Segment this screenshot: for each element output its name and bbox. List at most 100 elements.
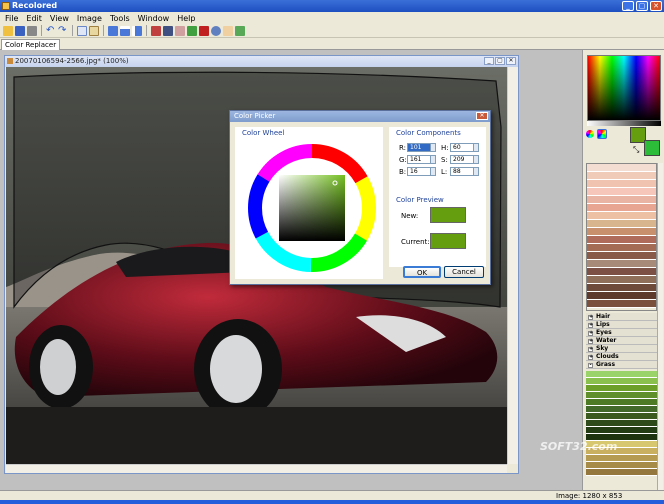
maximize-button[interactable]: ▢: [636, 1, 648, 11]
saturation-spin-button[interactable]: [473, 155, 479, 164]
current-color-label: Current:: [401, 238, 430, 246]
palette-swatch[interactable]: [586, 469, 657, 476]
palette-swatch[interactable]: [587, 276, 656, 284]
palette-swatch[interactable]: [587, 220, 656, 228]
category-sky[interactable]: + Sky: [586, 345, 657, 353]
image-maximize-button[interactable]: ▢: [495, 57, 505, 65]
luminance-input[interactable]: 88: [450, 167, 474, 176]
zoom-icon[interactable]: [211, 25, 221, 36]
save-icon[interactable]: [15, 25, 25, 36]
copy-icon[interactable]: [77, 25, 87, 36]
palette-scrollbar[interactable]: [657, 163, 663, 490]
crop-icon[interactable]: [235, 25, 245, 36]
category-lips[interactable]: + Lips: [586, 321, 657, 329]
view-split-h-icon[interactable]: [120, 25, 130, 36]
image-minimize-button[interactable]: _: [484, 57, 494, 65]
palette-swatch[interactable]: [586, 371, 657, 378]
blue-spin-button[interactable]: [430, 167, 436, 176]
green-input[interactable]: 161: [407, 155, 431, 164]
secondary-color-swatch[interactable]: [644, 140, 660, 156]
color-spectrum[interactable]: [587, 55, 661, 121]
eyedropper-icon[interactable]: [187, 25, 197, 36]
grayscale-strip[interactable]: [587, 121, 661, 126]
palette-swatch[interactable]: [586, 399, 657, 406]
menu-window[interactable]: Window: [138, 14, 170, 23]
category-clouds[interactable]: + Clouds: [586, 353, 657, 361]
minimize-button[interactable]: _: [622, 1, 634, 11]
hue-spin-button[interactable]: [473, 143, 479, 152]
green-spin-button[interactable]: [430, 155, 436, 164]
image-vertical-scrollbar[interactable]: [507, 67, 518, 464]
hand-icon[interactable]: [223, 25, 233, 36]
hue-input[interactable]: 60: [450, 143, 474, 152]
view-single-icon[interactable]: [108, 25, 118, 36]
palette-swatch[interactable]: [587, 172, 656, 180]
menu-edit[interactable]: Edit: [26, 14, 42, 23]
paste-icon[interactable]: [89, 25, 99, 36]
category-hair[interactable]: + Hair: [586, 313, 657, 321]
category-water[interactable]: + Water: [586, 337, 657, 345]
blue-label: B:: [399, 168, 407, 176]
luminance-spin-button[interactable]: [473, 167, 479, 176]
menu-tools[interactable]: Tools: [110, 14, 130, 23]
palette-swatch[interactable]: [587, 268, 656, 276]
palette-swatch[interactable]: [586, 385, 657, 392]
palette-swatch[interactable]: [587, 188, 656, 196]
close-button[interactable]: ✕: [650, 1, 662, 11]
tab-color-replacer[interactable]: Color Replacer: [1, 39, 61, 50]
palette-swatch[interactable]: [586, 413, 657, 420]
palette-swatch[interactable]: [586, 462, 657, 469]
palette-swatch[interactable]: [587, 212, 656, 220]
brush-icon[interactable]: [151, 25, 161, 36]
palette-swatch[interactable]: [587, 204, 656, 212]
category-grass[interactable]: - Grass: [586, 361, 657, 369]
print-icon[interactable]: [27, 25, 37, 36]
palette-swatch[interactable]: [586, 406, 657, 413]
red-input[interactable]: 101: [407, 143, 431, 152]
category-eyes[interactable]: + Eyes: [586, 329, 657, 337]
view-split-v-icon[interactable]: [132, 25, 142, 36]
palette-swatch[interactable]: [587, 244, 656, 252]
eraser-icon[interactable]: [175, 25, 185, 36]
red-spin-button[interactable]: [430, 143, 436, 152]
color-wheel[interactable]: [247, 143, 377, 273]
dialog-close-button[interactable]: ✕: [476, 112, 488, 120]
swap-colors-icon[interactable]: ⤡: [633, 145, 639, 155]
new-color-label: New:: [401, 212, 419, 220]
palette-swatch[interactable]: [587, 252, 656, 260]
palette-swatch[interactable]: [587, 180, 656, 188]
saturation-input[interactable]: 209: [450, 155, 474, 164]
menu-view[interactable]: View: [50, 14, 69, 23]
menu-image[interactable]: Image: [77, 14, 102, 23]
palette-swatch[interactable]: [587, 196, 656, 204]
image-close-button[interactable]: ✕: [506, 57, 516, 65]
color-fill-icon[interactable]: [199, 25, 209, 36]
blue-input[interactable]: 16: [407, 167, 431, 176]
app-title: Recolored: [12, 1, 58, 10]
color-wheel-mode-icon[interactable]: [586, 130, 594, 138]
menu-help[interactable]: Help: [177, 14, 195, 23]
palette-swatch[interactable]: [587, 300, 656, 308]
pen-icon[interactable]: [163, 25, 173, 36]
palette-swatch[interactable]: [586, 392, 657, 399]
menu-file[interactable]: File: [5, 14, 18, 23]
undo-icon[interactable]: ↶: [46, 25, 56, 36]
cancel-button[interactable]: Cancel: [444, 266, 484, 278]
palette-swatch[interactable]: [586, 455, 657, 462]
open-icon[interactable]: [3, 25, 13, 36]
palette-swatch[interactable]: [587, 228, 656, 236]
palette-swatch[interactable]: [587, 236, 656, 244]
palette-swatch[interactable]: [587, 292, 656, 300]
palette-swatch[interactable]: [587, 164, 656, 172]
palette-mode-icon[interactable]: [597, 129, 607, 139]
skin-palette: [586, 163, 657, 311]
palette-swatch[interactable]: [586, 378, 657, 385]
palette-swatch[interactable]: [586, 427, 657, 434]
ok-button[interactable]: OK: [403, 266, 441, 278]
image-horizontal-scrollbar[interactable]: [6, 464, 507, 473]
palette-swatch[interactable]: [586, 420, 657, 427]
app-icon: [2, 2, 10, 10]
palette-swatch[interactable]: [587, 260, 656, 268]
palette-swatch[interactable]: [587, 284, 656, 292]
redo-icon[interactable]: ↷: [58, 25, 68, 36]
